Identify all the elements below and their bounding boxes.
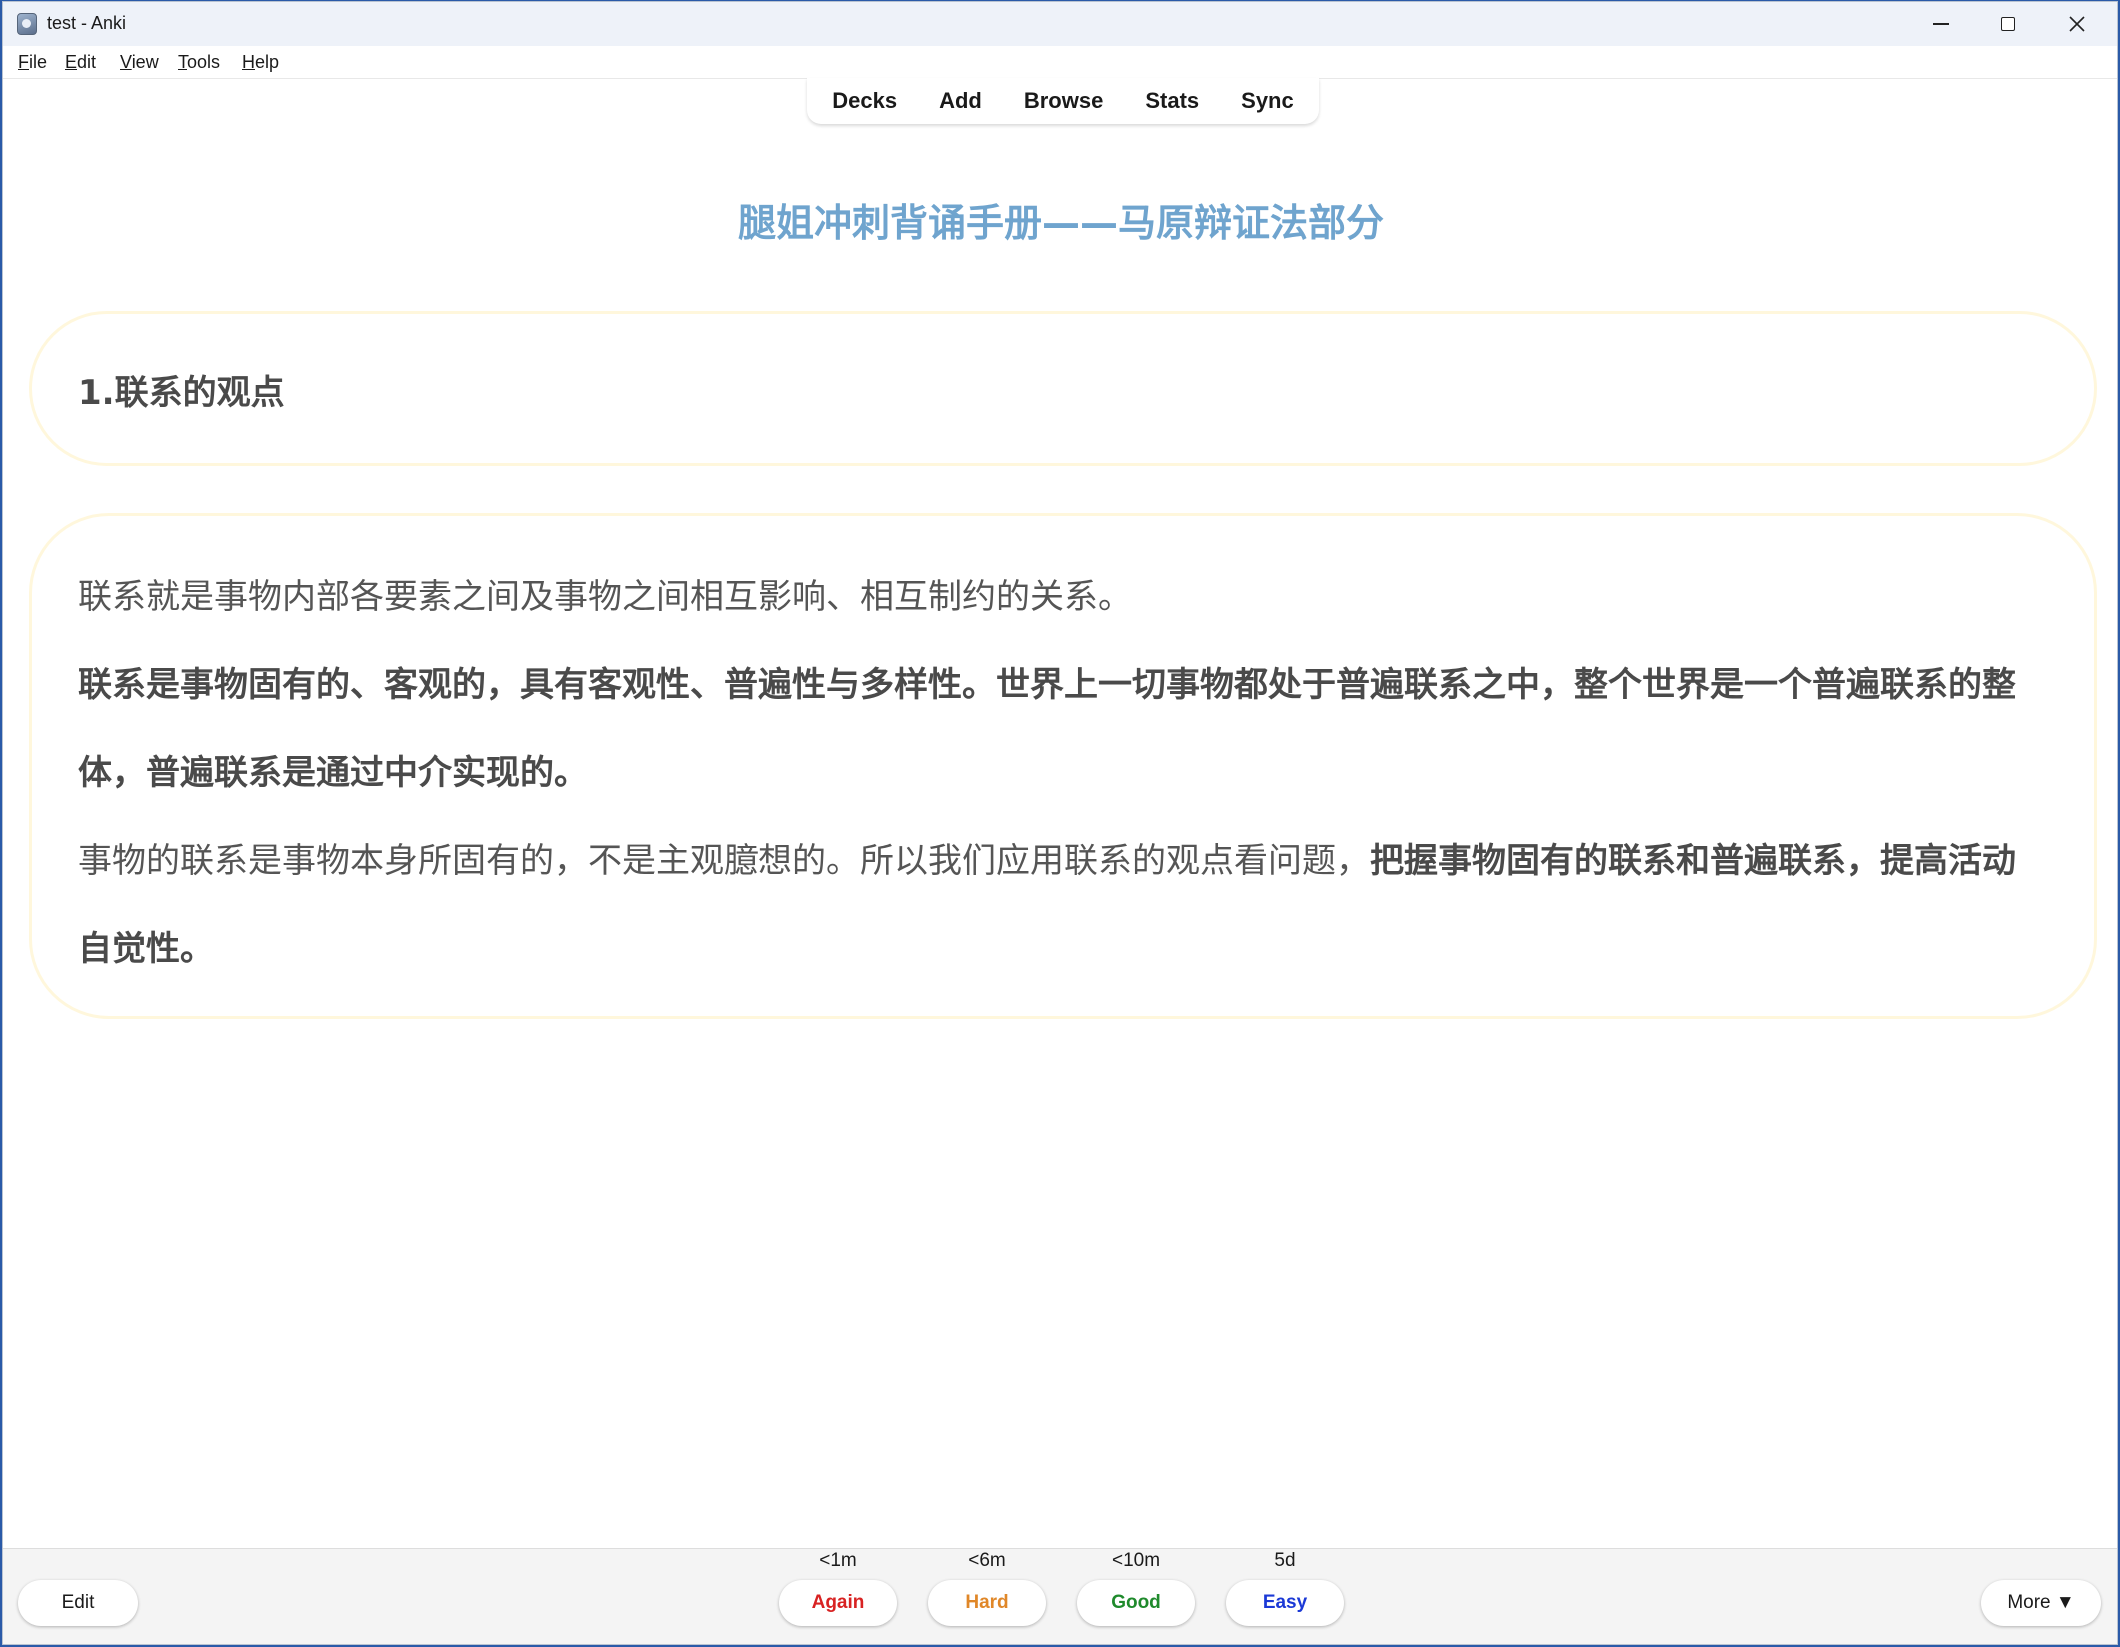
content-paragraph-2: 联系是事物固有的、客观的，具有客观性、普遍性与多样性。世界上一切事物都处于普遍联… <box>78 665 2016 793</box>
card-title: 腿姐冲刺背诵手册——马原辩证法部分 <box>737 201 1384 245</box>
content-paragraph-3: 事物的联系是事物本身所固有的，不是主观臆想的。所以我们应用联系的观点看问题，把握… <box>78 817 2038 993</box>
menu-edit-mnemonic: E <box>65 52 78 72</box>
menu-file-mnemonic: F <box>18 52 29 72</box>
menu-file-label: ile <box>29 52 48 72</box>
card-content-box: 联系就是事物内部各要素之间及事物之间相互影响、相互制约的关系。 联系是事物固有的… <box>29 513 2097 1019</box>
card-heading-box: 1.联系的观点 <box>29 311 2097 466</box>
title-bar: test - Anki <box>3 2 2117 46</box>
toolbar-add[interactable]: Add <box>918 88 1003 114</box>
hard-interval: <6m <box>968 1550 1006 1571</box>
more-button[interactable]: More ▼ <box>1981 1580 2101 1626</box>
maximize-button[interactable] <box>1975 2 2043 46</box>
anki-window: test - Anki File Edit View Tools Help De… <box>2 1 2118 1645</box>
menu-help-mnemonic: H <box>242 52 255 72</box>
menu-bar: File Edit View Tools Help <box>3 46 2117 79</box>
easy-interval: 5d <box>1274 1550 1296 1571</box>
content-paragraph-1: 联系就是事物内部各要素之间及事物之间相互影响、相互制约的关系。 <box>78 577 1132 617</box>
toolbar-stats[interactable]: Stats <box>1124 88 1220 114</box>
minimize-button[interactable] <box>1907 2 1975 46</box>
content-paragraph-3-normal: 事物的联系是事物本身所固有的，不是主观臆想的。所以我们应用联系的观点看问题， <box>78 841 1370 881</box>
again-interval: <1m <box>819 1550 857 1571</box>
card-content: 联系就是事物内部各要素之间及事物之间相互影响、相互制约的关系。 联系是事物固有的… <box>78 553 2038 993</box>
maximize-icon <box>2001 17 2015 31</box>
toolbar-browse[interactable]: Browse <box>1003 88 1124 114</box>
menu-tools-mnemonic: T <box>178 52 187 72</box>
menu-tools-label: ools <box>187 52 221 72</box>
menu-help-label: elp <box>255 52 280 72</box>
minimize-icon <box>1933 23 1949 25</box>
anki-app-icon <box>17 13 37 35</box>
close-icon <box>2069 16 2085 32</box>
menu-view[interactable]: View <box>120 52 159 73</box>
easy-button[interactable]: Easy <box>1226 1580 1344 1626</box>
card-heading: 1.联系的观点 <box>78 373 285 413</box>
menu-edit[interactable]: Edit <box>65 52 96 73</box>
main-toolbar: Decks Add Browse Stats Sync <box>807 78 1319 124</box>
menu-help[interactable]: Help <box>242 52 279 73</box>
menu-tools[interactable]: Tools <box>178 52 220 73</box>
menu-edit-label: dit <box>77 52 97 72</box>
toolbar-decks[interactable]: Decks <box>811 88 918 114</box>
toolbar-sync[interactable]: Sync <box>1220 88 1315 114</box>
again-button[interactable]: Again <box>779 1580 897 1626</box>
hard-button[interactable]: Hard <box>928 1580 1046 1626</box>
good-interval: <10m <box>1111 1550 1161 1571</box>
menu-view-mnemonic: V <box>120 52 132 72</box>
review-bottom-bar: Edit <1m <6m <10m 5d Again Hard Good Eas… <box>3 1548 2117 1644</box>
close-button[interactable] <box>2043 2 2111 46</box>
window-title: test - Anki <box>47 13 127 33</box>
menu-file[interactable]: File <box>18 52 47 73</box>
good-button[interactable]: Good <box>1077 1580 1195 1626</box>
menu-view-label: iew <box>131 52 159 72</box>
edit-button[interactable]: Edit <box>18 1580 138 1626</box>
